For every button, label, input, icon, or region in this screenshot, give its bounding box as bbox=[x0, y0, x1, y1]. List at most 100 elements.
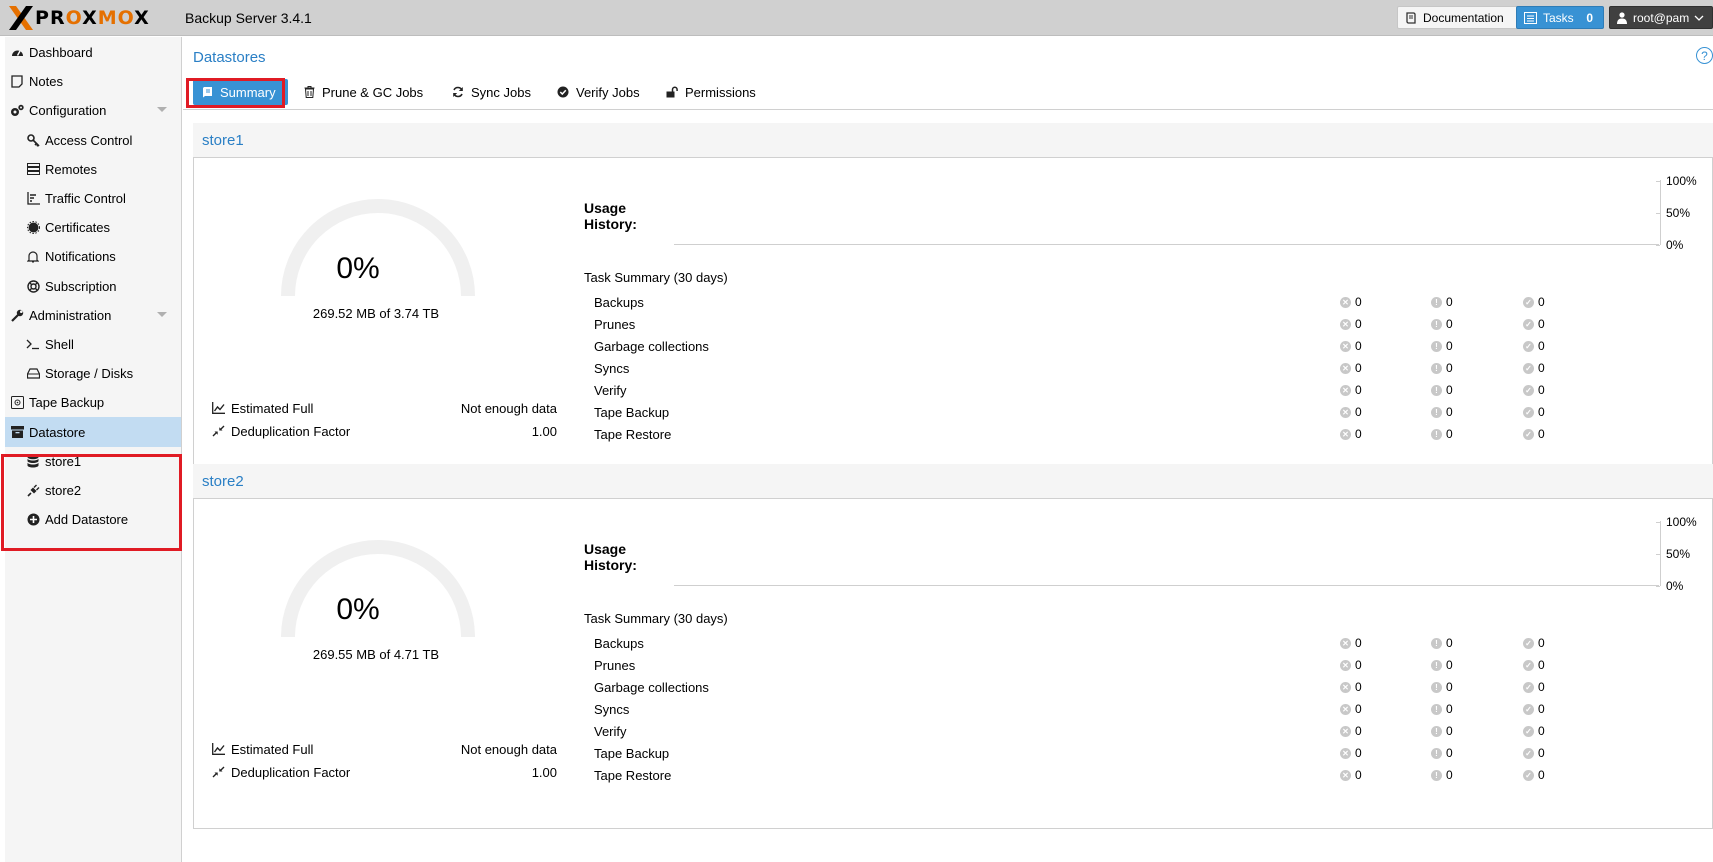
warning-count[interactable]: ! 0 bbox=[1431, 658, 1453, 672]
task-summary-row[interactable]: Verify ✕ 0! 0 ✓ 0 bbox=[594, 721, 1654, 743]
error-count[interactable]: ✕ 0 bbox=[1340, 768, 1362, 782]
task-summary-row[interactable]: Syncs ✕ 0! 0 ✓ 0 bbox=[594, 358, 1654, 380]
task-summary-row[interactable]: Tape Restore ✕ 0! 0 ✓ 0 bbox=[594, 424, 1654, 446]
ok-count[interactable]: ✓ 0 bbox=[1523, 361, 1545, 375]
ok-count[interactable]: ✓ 0 bbox=[1523, 636, 1545, 650]
sidebar-item-administration[interactable]: Administration bbox=[5, 300, 181, 330]
warning-count[interactable]: ! 0 bbox=[1431, 680, 1453, 694]
task-summary-row[interactable]: Tape Restore ✕ 0! 0 ✓ 0 bbox=[594, 765, 1654, 787]
sidebar-item-remotes[interactable]: Remotes bbox=[5, 154, 181, 184]
error-count[interactable]: ✕ 0 bbox=[1340, 383, 1362, 397]
warning-count[interactable]: ! 0 bbox=[1431, 383, 1453, 397]
warning-status-icon: ! bbox=[1431, 769, 1442, 781]
tab-prune-gc-jobs[interactable]: Prune & GC Jobs bbox=[296, 79, 431, 105]
warning-count[interactable]: ! 0 bbox=[1431, 295, 1453, 309]
sidebar-item-tape-backup[interactable]: Tape Backup bbox=[5, 387, 181, 417]
warning-count[interactable]: ! 0 bbox=[1431, 746, 1453, 760]
sidebar-item-certificates[interactable]: Certificates bbox=[5, 212, 181, 242]
ok-count[interactable]: ✓ 0 bbox=[1523, 295, 1545, 309]
task-summary-row[interactable]: Syncs ✕ 0! 0 ✓ 0 bbox=[594, 699, 1654, 721]
error-count[interactable]: ✕ 0 bbox=[1340, 658, 1362, 672]
task-summary-row[interactable]: Tape Backup ✕ 0 ! 0 ✓ 0 bbox=[594, 402, 1654, 424]
tasks-button[interactable]: Tasks 0 bbox=[1516, 6, 1604, 29]
ok-count[interactable]: ✓ 0 bbox=[1523, 383, 1545, 397]
sidebar-item-traffic-control[interactable]: Traffic Control bbox=[5, 183, 181, 213]
error-count[interactable]: ✕ 0 bbox=[1340, 724, 1362, 738]
sidebar-item-configuration[interactable]: Configuration bbox=[5, 95, 181, 125]
ok-count[interactable]: ✓ 0 bbox=[1523, 317, 1545, 331]
error-count[interactable]: ✕ 0 bbox=[1340, 295, 1362, 309]
ok-count-value: 0 bbox=[1538, 361, 1545, 375]
tab-summary[interactable]: Summary bbox=[193, 79, 288, 105]
warning-count[interactable]: ! 0 bbox=[1431, 636, 1453, 650]
help-icon[interactable]: ? bbox=[1696, 47, 1713, 64]
warning-count[interactable]: ! 0 bbox=[1431, 361, 1453, 375]
warning-count[interactable]: ! 0 bbox=[1431, 339, 1453, 353]
task-summary-row[interactable]: Prunes ✕ 0! 0 ✓ 0 bbox=[594, 655, 1654, 677]
sidebar-item-notes[interactable]: Notes bbox=[5, 66, 181, 96]
ok-count[interactable]: ✓ 0 bbox=[1523, 702, 1545, 716]
error-count[interactable]: ✕ 0 bbox=[1340, 746, 1362, 760]
tab-verify-jobs[interactable]: Verify Jobs bbox=[549, 79, 648, 105]
ok-count[interactable]: ✓ 0 bbox=[1523, 405, 1545, 419]
sidebar-item-storage-disks[interactable]: Storage / Disks bbox=[5, 358, 181, 388]
sidebar-item-subscription[interactable]: Subscription bbox=[5, 271, 181, 301]
ok-count[interactable]: ✓ 0 bbox=[1523, 427, 1545, 441]
task-summary-row[interactable]: Tape Backup ✕ 0! 0 ✓ 0 bbox=[594, 743, 1654, 765]
warning-count[interactable]: ! 0 bbox=[1431, 724, 1453, 738]
warning-count[interactable]: ! 0 bbox=[1431, 768, 1453, 782]
error-count[interactable]: ✕ 0 bbox=[1340, 702, 1362, 716]
ok-count-value: 0 bbox=[1538, 295, 1545, 309]
task-summary-row[interactable]: Backups ✕ 0! 0 ✓ 0 bbox=[594, 633, 1654, 655]
error-count[interactable]: ✕ 0 bbox=[1340, 361, 1362, 375]
error-count[interactable]: ✕ 0 bbox=[1340, 339, 1362, 353]
user-menu-button[interactable]: root@pam bbox=[1609, 6, 1713, 29]
sidebar-item-add-datastore[interactable]: Add Datastore bbox=[5, 504, 181, 534]
sidebar-item-dashboard[interactable]: Dashboard bbox=[5, 37, 181, 67]
task-type-label: Tape Backup bbox=[594, 405, 670, 420]
ok-count[interactable]: ✓ 0 bbox=[1523, 658, 1545, 672]
plug-icon bbox=[26, 483, 40, 497]
ok-count-value: 0 bbox=[1538, 680, 1545, 694]
sidebar-item-notifications[interactable]: Notifications bbox=[5, 241, 181, 271]
collapse-caret-icon[interactable] bbox=[157, 107, 167, 112]
store-name[interactable]: store2 bbox=[202, 473, 244, 490]
sidebar-item-label: Notes bbox=[29, 73, 63, 89]
store-name[interactable]: store1 bbox=[202, 132, 244, 149]
warning-count[interactable]: ! 0 bbox=[1431, 427, 1453, 441]
warning-count[interactable]: ! 0 bbox=[1431, 702, 1453, 716]
collapse-caret-icon[interactable] bbox=[157, 312, 167, 317]
warning-count[interactable]: ! 0 bbox=[1431, 317, 1453, 331]
error-count[interactable]: ✕ 0 bbox=[1340, 317, 1362, 331]
proxmox-logo[interactable]: PROXMOX bbox=[8, 5, 150, 31]
tab-sync-jobs[interactable]: Sync Jobs bbox=[444, 79, 539, 105]
tab-permissions[interactable]: Permissions bbox=[658, 79, 764, 105]
error-count[interactable]: ✕ 0 bbox=[1340, 427, 1362, 441]
task-summary-row[interactable]: Verify ✕ 0! 0 ✓ 0 bbox=[594, 380, 1654, 402]
ok-count[interactable]: ✓ 0 bbox=[1523, 746, 1545, 760]
sidebar-item-datastore[interactable]: Datastore bbox=[5, 417, 181, 447]
error-status-icon: ✕ bbox=[1340, 362, 1351, 374]
tab-bar: Summary Prune & GC Jobs Sync Jobs Verify… bbox=[183, 74, 1713, 110]
ok-count[interactable]: ✓ 0 bbox=[1523, 724, 1545, 738]
ok-count[interactable]: ✓ 0 bbox=[1523, 339, 1545, 353]
task-summary-row[interactable]: Garbage collections ✕ 0! 0 ✓ 0 bbox=[594, 677, 1654, 699]
check-circle-icon bbox=[557, 86, 569, 98]
error-count[interactable]: ✕ 0 bbox=[1340, 636, 1362, 650]
sidebar-item-store2[interactable]: store2 bbox=[5, 475, 181, 505]
usage-percent: 0% bbox=[336, 252, 380, 285]
error-count[interactable]: ✕ 0 bbox=[1340, 405, 1362, 419]
task-summary-row[interactable]: Garbage collections ✕ 0! 0 ✓ 0 bbox=[594, 336, 1654, 358]
sidebar-item-shell[interactable]: Shell bbox=[5, 329, 181, 359]
ok-count[interactable]: ✓ 0 bbox=[1523, 768, 1545, 782]
warning-status-icon: ! bbox=[1431, 428, 1442, 440]
task-summary-row[interactable]: Backups ✕ 0! 0 ✓ 0 bbox=[594, 292, 1654, 314]
sidebar-item-store1[interactable]: store1 bbox=[5, 446, 181, 476]
ok-count[interactable]: ✓ 0 bbox=[1523, 680, 1545, 694]
sidebar-item-access-control[interactable]: Access Control bbox=[5, 125, 181, 155]
error-count[interactable]: ✕ 0 bbox=[1340, 680, 1362, 694]
user-label: root@pam bbox=[1633, 10, 1690, 25]
task-summary-row[interactable]: Prunes ✕ 0! 0 ✓ 0 bbox=[594, 314, 1654, 336]
sidebar-item-label: Storage / Disks bbox=[45, 365, 134, 381]
warning-count[interactable]: ! 0 bbox=[1431, 405, 1453, 419]
